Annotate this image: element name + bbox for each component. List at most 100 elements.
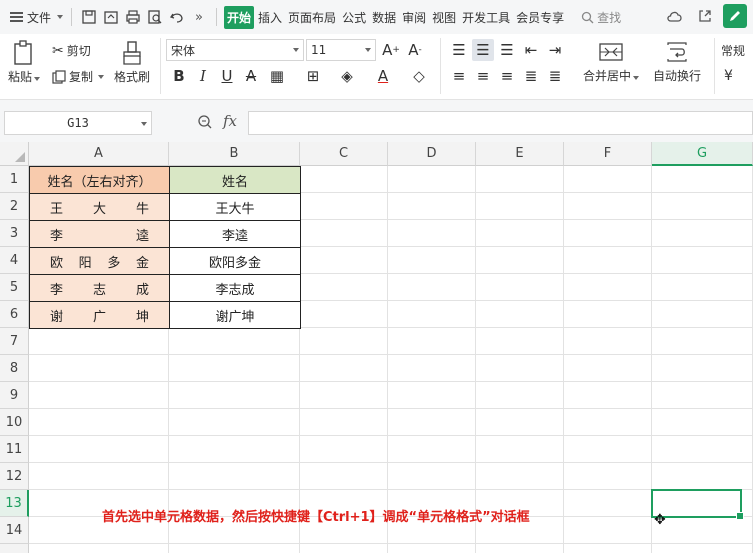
empty-cell[interactable]: [388, 166, 476, 193]
tab-view[interactable]: 视图: [430, 7, 458, 28]
empty-cell[interactable]: [388, 247, 476, 274]
distributed-icon[interactable]: ≣: [544, 65, 566, 87]
column-header-d[interactable]: D: [388, 142, 476, 166]
row-header-5[interactable]: 5: [0, 274, 29, 301]
empty-cell[interactable]: [388, 193, 476, 220]
align-right-icon[interactable]: ≡: [496, 65, 518, 87]
fx-icon[interactable]: fx: [223, 112, 237, 130]
empty-cell[interactable]: [169, 544, 300, 553]
merge-center-button[interactable]: 合并居中: [583, 42, 640, 84]
cell-a4[interactable]: 欧 阳 多 金: [29, 248, 170, 275]
edit-icon[interactable]: [723, 4, 747, 28]
empty-cell[interactable]: [388, 328, 476, 355]
empty-cell[interactable]: [300, 274, 388, 301]
empty-cell[interactable]: [564, 274, 652, 301]
empty-cell[interactable]: [652, 220, 753, 247]
empty-cell[interactable]: [652, 274, 753, 301]
align-middle-icon[interactable]: ☰: [472, 39, 494, 61]
empty-cell[interactable]: [29, 544, 169, 553]
empty-cell[interactable]: [300, 544, 388, 553]
empty-cell[interactable]: [29, 382, 169, 409]
decrease-indent-icon[interactable]: ⇤: [520, 39, 542, 61]
column-header-a[interactable]: A: [29, 142, 169, 166]
empty-cell[interactable]: [388, 274, 476, 301]
empty-cell[interactable]: [564, 193, 652, 220]
cut-button[interactable]: ✂ 剪切: [52, 42, 91, 59]
empty-cell[interactable]: [476, 220, 564, 247]
empty-cell[interactable]: [29, 463, 169, 490]
tab-developer[interactable]: 开发工具: [460, 7, 512, 28]
empty-cell[interactable]: [300, 463, 388, 490]
empty-cell[interactable]: [652, 355, 753, 382]
save-icon[interactable]: [80, 8, 98, 26]
empty-cell[interactable]: [564, 544, 652, 553]
align-center-icon[interactable]: ≡: [472, 65, 494, 87]
empty-cell[interactable]: [564, 247, 652, 274]
empty-cell[interactable]: [388, 301, 476, 328]
strikethrough-icon[interactable]: A: [240, 65, 262, 87]
column-header-f[interactable]: F: [564, 142, 652, 166]
tab-home[interactable]: 开始: [224, 5, 255, 29]
empty-cell[interactable]: [476, 328, 564, 355]
empty-cell[interactable]: [652, 166, 753, 193]
font-name-select[interactable]: 宋体: [166, 39, 304, 61]
empty-cell[interactable]: [388, 355, 476, 382]
empty-cell[interactable]: [476, 544, 564, 553]
font-color-icon[interactable]: A: [372, 65, 394, 87]
cloud-sync-icon[interactable]: [663, 4, 687, 28]
empty-cell[interactable]: [300, 328, 388, 355]
tab-insert[interactable]: 插入: [256, 7, 284, 28]
empty-cell[interactable]: [388, 409, 476, 436]
cell-b4[interactable]: 欧阳多金: [170, 248, 301, 275]
empty-cell[interactable]: [652, 409, 753, 436]
share-icon[interactable]: [693, 4, 717, 28]
empty-cell[interactable]: [300, 355, 388, 382]
empty-cell[interactable]: [300, 166, 388, 193]
empty-cell[interactable]: [300, 193, 388, 220]
empty-cell[interactable]: [476, 382, 564, 409]
empty-cell[interactable]: [29, 436, 169, 463]
zoom-icon[interactable]: [197, 114, 213, 130]
cell-a6[interactable]: 谢 广 坤: [29, 302, 170, 329]
decrease-font-icon[interactable]: A-: [404, 39, 426, 61]
empty-cell[interactable]: [652, 382, 753, 409]
empty-cell[interactable]: [29, 328, 169, 355]
row-header-2[interactable]: 2: [0, 193, 29, 220]
paste-button[interactable]: 粘贴: [8, 40, 41, 85]
empty-cell[interactable]: [564, 517, 652, 544]
empty-cell[interactable]: [564, 220, 652, 247]
row-header-11[interactable]: 11: [0, 436, 29, 463]
row-header-8[interactable]: 8: [0, 355, 29, 382]
row-header-6[interactable]: 6: [0, 301, 29, 328]
empty-cell[interactable]: [652, 193, 753, 220]
tab-review[interactable]: 审阅: [400, 7, 428, 28]
empty-cell[interactable]: [169, 463, 300, 490]
empty-cell[interactable]: [388, 463, 476, 490]
tab-page-layout[interactable]: 页面布局: [286, 7, 338, 28]
empty-cell[interactable]: [476, 409, 564, 436]
clear-format-icon[interactable]: ◇: [408, 65, 430, 87]
empty-cell[interactable]: [564, 328, 652, 355]
empty-cell[interactable]: [300, 220, 388, 247]
empty-cell[interactable]: [476, 355, 564, 382]
row-header-14[interactable]: 14: [0, 517, 29, 544]
empty-cell[interactable]: [300, 301, 388, 328]
empty-cell[interactable]: [652, 301, 753, 328]
format-painter-button[interactable]: 格式刷: [114, 40, 150, 85]
empty-cell[interactable]: [169, 382, 300, 409]
cell-b6[interactable]: 谢广坤: [170, 302, 301, 329]
undo-icon[interactable]: [168, 8, 186, 26]
empty-cell[interactable]: [564, 463, 652, 490]
empty-cell[interactable]: [300, 436, 388, 463]
empty-cell[interactable]: [169, 409, 300, 436]
empty-cell[interactable]: [476, 193, 564, 220]
tab-member[interactable]: 会员专享: [514, 7, 566, 28]
column-header-b[interactable]: B: [169, 142, 300, 166]
cell-b1[interactable]: 姓名: [170, 166, 301, 194]
row-header-3[interactable]: 3: [0, 220, 29, 247]
empty-cell[interactable]: [29, 409, 169, 436]
empty-cell[interactable]: [388, 220, 476, 247]
row-header-1[interactable]: 1: [0, 166, 29, 193]
empty-cell[interactable]: [169, 436, 300, 463]
empty-cell[interactable]: [564, 436, 652, 463]
